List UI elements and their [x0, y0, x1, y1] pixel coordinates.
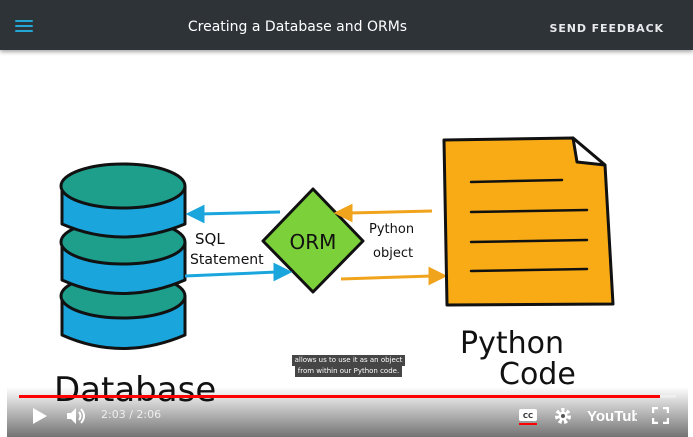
fullscreen-icon[interactable] — [651, 406, 670, 429]
send-feedback-button[interactable]: SEND FEEDBACK — [550, 22, 664, 35]
python-label: Python — [460, 326, 564, 361]
video-frame-illustration: ORM SQL Statement Python object Python C… — [54, 136, 615, 410]
settings-gear-icon[interactable] — [554, 407, 572, 430]
python-object-label-line2: object — [373, 246, 413, 261]
svg-text:CC: CC — [523, 412, 533, 420]
video-player[interactable]: ORM SQL Statement Python object Python C… — [7, 50, 688, 437]
current-time: 2:03 — [101, 408, 126, 421]
code-page-icon — [442, 136, 615, 307]
statement-label: Statement — [190, 252, 264, 268]
closed-captions-icon[interactable]: CC — [518, 408, 538, 430]
progress-bar[interactable] — [19, 395, 676, 398]
orm-label: ORM — [290, 230, 337, 254]
top-app-bar: Creating a Database and ORMs SEND FEEDBA… — [0, 0, 693, 50]
caption-line-2: from within our Python code. — [294, 366, 403, 377]
database-cylinder-icon — [59, 162, 187, 350]
python-object-label-line1: Python — [369, 222, 414, 237]
youtube-logo-icon[interactable]: YouTube — [587, 406, 649, 431]
sql-label: SQL — [195, 230, 225, 248]
progress-bar-fill — [19, 395, 661, 398]
time-separator: / — [129, 408, 133, 421]
play-icon[interactable] — [32, 407, 48, 430]
duration: 2:06 — [136, 408, 162, 421]
caption-line-1: allows us to use it as an object — [291, 355, 406, 366]
youtube-logo-text: YouTube — [587, 408, 637, 425]
hamburger-menu-icon[interactable] — [15, 19, 33, 33]
page-title: Creating a Database and ORMs — [187, 19, 408, 35]
time-display: 2:03 / 2:06 — [101, 408, 161, 421]
volume-icon[interactable] — [66, 407, 88, 430]
closed-caption-overlay: allows us to use it as an object from wi… — [288, 355, 409, 377]
